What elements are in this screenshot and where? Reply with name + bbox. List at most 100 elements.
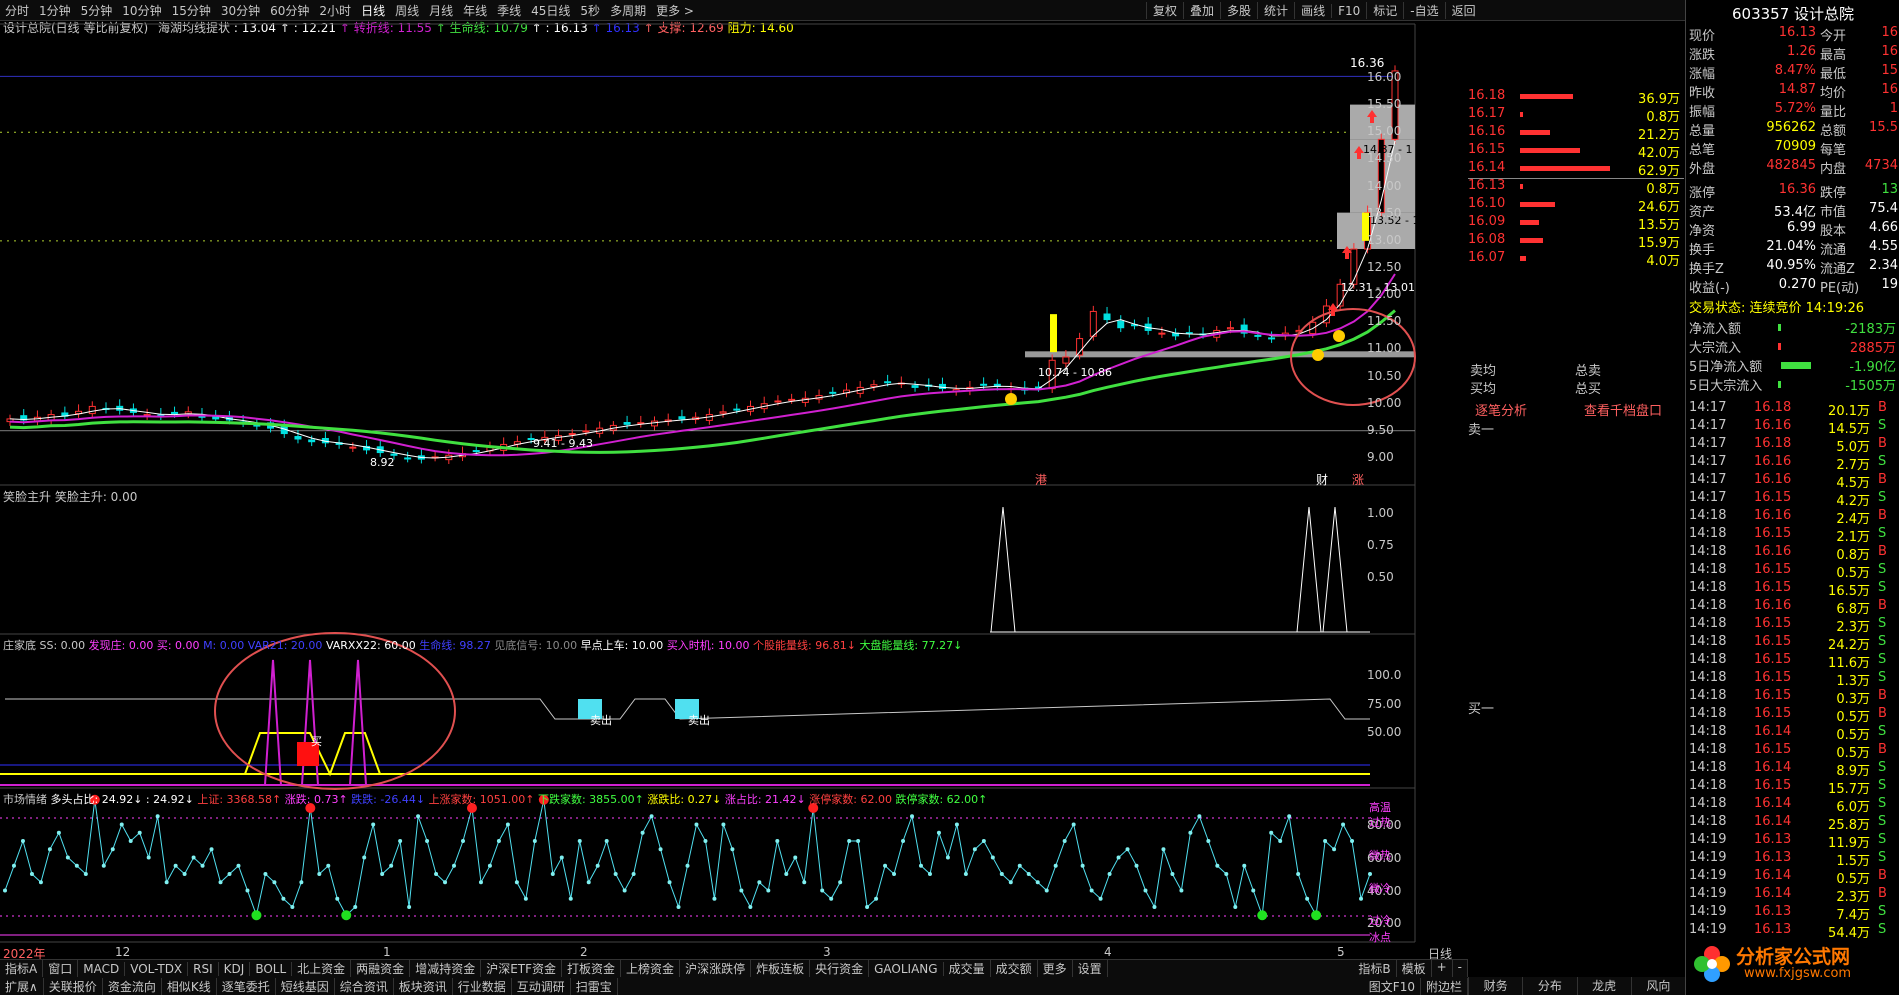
book-row-4[interactable]: 16.14 62.9万: [1468, 160, 1684, 179]
bottom-tool-3[interactable]: -: [1453, 960, 1468, 977]
sentiment-point: [1233, 905, 1238, 909]
indicator-tab-16[interactable]: GAOLIANG: [869, 961, 944, 976]
bottom-tool-2[interactable]: +: [1432, 960, 1453, 977]
book-row-1[interactable]: 16.17 0.8万: [1468, 106, 1684, 125]
tick-row: 14:18 16.15 11.6万 S: [1686, 652, 1899, 671]
tick-vol: 8.9万: [1836, 764, 1870, 779]
sentiment-label-0: 高温: [1369, 801, 1391, 814]
flow-value: -1.90亿: [1849, 360, 1896, 375]
indicator-tab-12[interactable]: 上榜资金: [621, 960, 681, 977]
analyze-button[interactable]: 逐笔分析: [1475, 400, 1527, 419]
tick-row: 14:18 16.14 6.0万 S: [1686, 796, 1899, 815]
ext-tab-5[interactable]: 短线基因: [276, 977, 335, 995]
sentiment-point: [918, 863, 923, 868]
indicator-tab-14[interactable]: 炸板连板: [751, 960, 811, 977]
book-bar: [1520, 112, 1523, 117]
right-tab-0[interactable]: 财务: [1468, 977, 1522, 995]
indicator-tab-20[interactable]: 设置: [1073, 960, 1108, 977]
tick-price: 16.15: [1754, 526, 1792, 541]
book-row-6[interactable]: 16.10 24.6万: [1468, 196, 1684, 215]
indicator-tab-5[interactable]: KDJ: [219, 961, 251, 976]
tick-side: B: [1878, 400, 1887, 415]
ext-tab-3[interactable]: 相似K线: [162, 977, 217, 995]
date-tick-2: 1: [383, 945, 391, 959]
view-depth-button[interactable]: 查看千档盘口: [1584, 400, 1662, 419]
indicator-tab-10[interactable]: 沪深ETF资金: [481, 960, 563, 977]
ext-tab-0[interactable]: 扩展∧: [0, 977, 44, 995]
tick-price: 16.15: [1754, 634, 1792, 649]
ext-tab-9[interactable]: 互动调研: [512, 977, 571, 995]
tick-row: 14:18 16.15 0.5万 B: [1686, 706, 1899, 725]
sentiment-point: [341, 910, 352, 921]
tick-side: S: [1878, 490, 1887, 505]
book-vol: 13.5万: [1638, 218, 1680, 233]
indicator-tab-11[interactable]: 打板资金: [562, 960, 622, 977]
ext-tab-4[interactable]: 逐笔委托: [217, 977, 276, 995]
ext-tab-10[interactable]: 扫雷宝: [571, 977, 618, 995]
sentiment-point: [200, 863, 205, 868]
ext-tab-1[interactable]: 关联报价: [44, 977, 103, 995]
quote2-label-2: 流通Z: [1820, 262, 1855, 277]
candle-body: [980, 383, 988, 386]
indicator-tab-19[interactable]: 更多: [1038, 960, 1073, 977]
sentiment-point: [793, 855, 798, 860]
chart-canvas[interactable]: [0, 0, 1468, 959]
bottom2-tool-0[interactable]: 图文F10: [1364, 977, 1421, 995]
sentiment-point: [128, 839, 133, 843]
ext-tab-6[interactable]: 综合资讯: [335, 977, 394, 995]
candle-body: [582, 430, 590, 433]
candle-body: [870, 384, 878, 388]
indicator-tab-1[interactable]: 窗口: [43, 960, 79, 977]
sentiment-point: [1350, 839, 1355, 843]
book-vol: 4.0万: [1646, 254, 1680, 269]
indicator-tab-18[interactable]: 成交额: [991, 960, 1038, 977]
right-tab-3[interactable]: 风向: [1630, 977, 1685, 995]
indicator-tab-0[interactable]: 指标A: [0, 960, 44, 977]
sentiment-point: [1278, 839, 1283, 843]
quote-value: 1.26: [1787, 44, 1816, 59]
p4-f2: 上证: 3368.58↑: [197, 793, 282, 806]
tick-side: S: [1878, 814, 1887, 829]
right-tab-2[interactable]: 龙虎: [1576, 977, 1631, 995]
tick-row: 14:17 16.16 2.7万 S: [1686, 454, 1899, 473]
book-row-2[interactable]: 16.16 21.2万: [1468, 124, 1684, 143]
ext-tab-8[interactable]: 行业数据: [453, 977, 512, 995]
indicator-tab-17[interactable]: 成交量: [944, 960, 991, 977]
book-row-0[interactable]: 16.18 36.9万: [1468, 88, 1684, 107]
sentiment-point: [568, 896, 573, 901]
quote-label: 昨收: [1689, 86, 1716, 101]
p3-f5: 生命线: 98.27: [419, 639, 491, 652]
book-row-9[interactable]: 16.07 4.0万: [1468, 250, 1684, 269]
indicator-tab-9[interactable]: 增减持资金: [410, 960, 482, 977]
indicator-tab-8[interactable]: 两融资金: [351, 960, 411, 977]
sentiment-point: [56, 830, 61, 835]
bottom-tool-1[interactable]: 模板: [1397, 960, 1432, 977]
tick-row: 14:18 16.15 1.3万 S: [1686, 670, 1899, 689]
indicator-tab-13[interactable]: 沪深涨跌停: [680, 960, 752, 977]
indicator-tab-2[interactable]: MACD: [78, 961, 126, 976]
indicator-tab-4[interactable]: RSI: [188, 961, 219, 976]
bottom2-tool-1[interactable]: 附边栏: [1421, 977, 1468, 995]
p4-f7: 涨跌比: 0.27↓: [647, 793, 722, 806]
sentiment-point: [191, 855, 196, 860]
book-row-8[interactable]: 16.08 15.9万: [1468, 232, 1684, 251]
sentiment-point: [1242, 863, 1247, 868]
sentiment-point: [371, 822, 376, 827]
price-tick-14: 9.00: [1367, 450, 1394, 464]
bottom-tool-0[interactable]: 指标B: [1353, 960, 1397, 977]
buy-label: 买: [311, 735, 322, 748]
sentiment-point: [1179, 888, 1184, 893]
indicator-tab-15[interactable]: 央行资金: [810, 960, 870, 977]
ext-tab-7[interactable]: 板块资讯: [394, 977, 453, 995]
indicator-tab-6[interactable]: BOLL: [250, 961, 293, 976]
book-row-7[interactable]: 16.09 13.5万: [1468, 214, 1684, 233]
indicator-tab-3[interactable]: VOL-TDX: [125, 961, 189, 976]
sentiment-point: [640, 830, 645, 835]
book-row-3[interactable]: 16.15 42.0万: [1468, 142, 1684, 161]
right-tab-1[interactable]: 分布: [1522, 977, 1576, 995]
tick-side: S: [1878, 562, 1887, 577]
indicator-tab-7[interactable]: 北上资金: [292, 960, 352, 977]
ext-tab-2[interactable]: 资金流向: [103, 977, 162, 995]
book-row-5[interactable]: 16.13 0.8万: [1468, 178, 1684, 197]
tick-price: 16.14: [1754, 724, 1792, 739]
